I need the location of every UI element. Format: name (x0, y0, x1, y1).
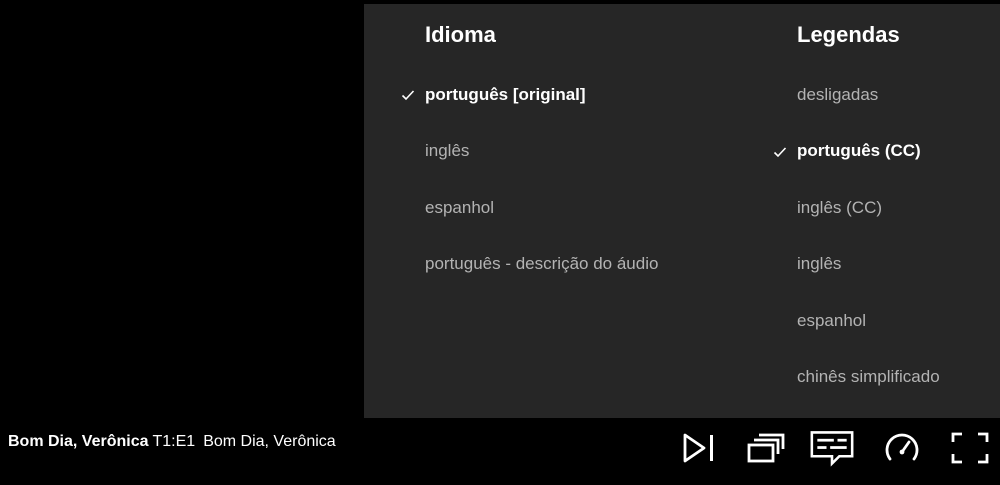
checkmark-icon (401, 90, 415, 101)
next-episode-icon (683, 433, 713, 463)
episode-code: T1:E1 (152, 433, 196, 450)
subtitle-option-portuguese-cc[interactable]: português (CC) (797, 141, 921, 161)
subtitle-option-english-cc[interactable]: inglês (CC) (797, 198, 882, 218)
audio-subtitles-button[interactable] (810, 426, 854, 470)
subtitle-option-english[interactable]: inglês (797, 254, 841, 274)
language-option-portuguese-original[interactable]: português [original] (425, 85, 586, 105)
now-playing-title: Bom Dia, Verônica T1:E1 Bom Dia, Verônica (8, 432, 336, 452)
episodes-icon (747, 433, 785, 463)
video-player: Idioma português [original] inglês espan… (0, 0, 1000, 485)
show-title: Bom Dia, Verônica (8, 433, 149, 450)
player-control-bar: Bom Dia, Verônica T1:E1 Bom Dia, Verônica (0, 418, 1000, 485)
subtitle-option-off[interactable]: desligadas (797, 85, 878, 105)
language-heading: Idioma (425, 22, 496, 47)
episodes-button[interactable] (744, 426, 788, 470)
language-option-english[interactable]: inglês (425, 141, 469, 161)
audio-subtitles-icon (810, 431, 854, 467)
fullscreen-icon (951, 432, 989, 464)
checkmark-icon (773, 147, 787, 158)
playback-speed-icon (885, 433, 919, 461)
fullscreen-button[interactable] (948, 426, 992, 470)
audio-subtitles-panel: Idioma português [original] inglês espan… (364, 4, 1000, 418)
language-option-portuguese-audio-description[interactable]: português - descrição do áudio (425, 254, 658, 274)
next-episode-button[interactable] (676, 426, 720, 470)
episode-title: Bom Dia, Verônica (203, 433, 336, 450)
subtitle-option-simplified-chinese[interactable]: chinês simplificado (797, 367, 940, 387)
subtitle-option-spanish[interactable]: espanhol (797, 311, 866, 331)
language-option-spanish[interactable]: espanhol (425, 198, 494, 218)
playback-speed-button[interactable] (880, 426, 924, 470)
subtitles-heading: Legendas (797, 22, 900, 47)
